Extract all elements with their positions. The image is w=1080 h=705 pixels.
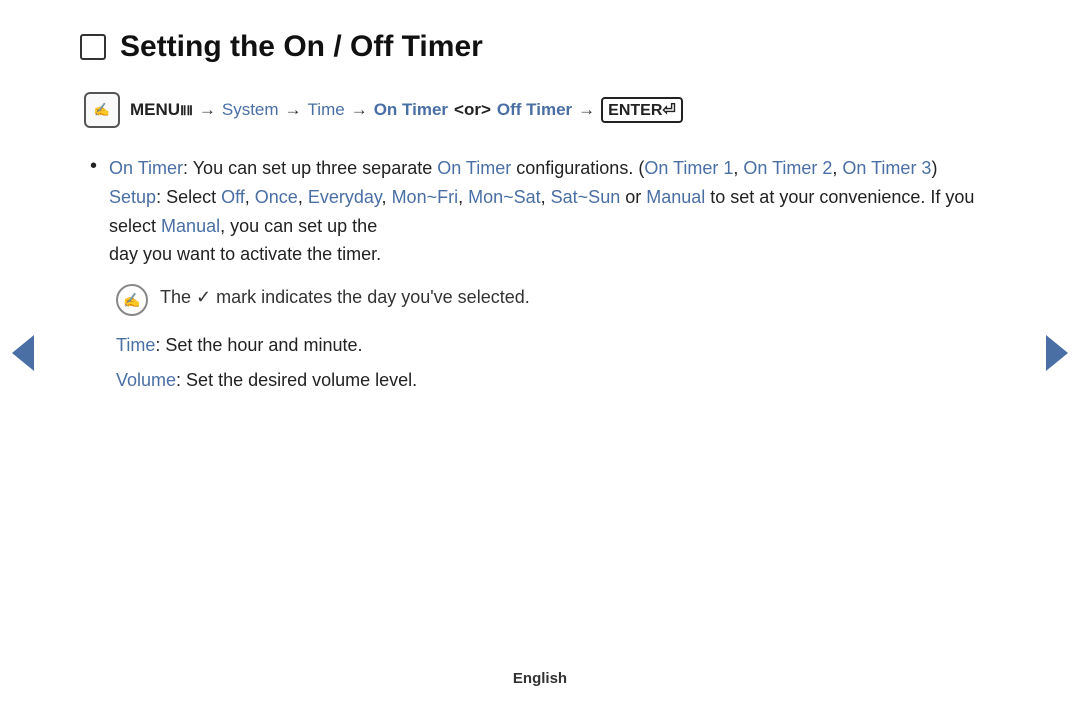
time-label: Time [116, 335, 155, 355]
paren-close: ) [931, 158, 937, 178]
time-text: : Set the hour and minute. [155, 335, 362, 355]
note-icon: ✍ [116, 284, 148, 316]
on-timer-label2: On Timer [437, 158, 511, 178]
title-row: Setting the On / Off Timer [80, 30, 1000, 64]
setup-text1: : Select [156, 187, 221, 207]
note-post: mark indicates the day you've selected. [211, 287, 530, 307]
time-line: Time: Set the hour and minute. [116, 330, 1000, 361]
bullet-item-ontimer: • On Timer: You can set up three separat… [90, 154, 1000, 269]
on-timer-3: On Timer 3 [842, 158, 931, 178]
sep4: , [458, 187, 468, 207]
sep5: , [541, 187, 551, 207]
footer-language: English [513, 670, 567, 687]
menu-hand-icon: ✍ [84, 92, 120, 128]
comma2: , [832, 158, 842, 178]
arrow-1: → [199, 100, 216, 120]
arrow-2: → [285, 100, 302, 120]
on-timer-label: On Timer [109, 158, 183, 178]
page-container: Setting the On / Off Timer ✍ MENUⅡⅡ → Sy… [0, 0, 1080, 705]
menu-path: ✍ MENUⅡⅡ → System → Time → On Timer <or>… [84, 92, 1000, 128]
menu-system: System [222, 100, 279, 120]
sep3: , [382, 187, 392, 207]
sep2: , [298, 187, 308, 207]
option-monsat: Mon~Sat [468, 187, 541, 207]
on-timer-text1: : You can set up three separate [183, 158, 437, 178]
content-area: • On Timer: You can set up three separat… [80, 154, 1000, 395]
option-off: Off [221, 187, 245, 207]
arrow-4: → [578, 100, 595, 120]
menu-or-label: <or> [454, 100, 491, 120]
comma1: , [733, 158, 743, 178]
option-monfri: Mon~Fri [392, 187, 459, 207]
bullet-dot: • [90, 155, 97, 178]
note-pre: The [160, 287, 196, 307]
menu-time: Time [308, 100, 345, 120]
option-manual2: Manual [161, 216, 220, 236]
setup-label: Setup [109, 187, 156, 207]
menu-on-timer: On Timer [374, 100, 448, 120]
option-everyday: Everyday [308, 187, 382, 207]
menu-text: MENUⅡⅡ [130, 100, 193, 120]
on-timer-text2: configurations. ( [511, 158, 644, 178]
enter-icon: ENTER⏎ [601, 97, 683, 123]
bullet-text: On Timer: You can set up three separate … [109, 154, 1000, 269]
on-timer-2: On Timer 2 [743, 158, 832, 178]
prev-page-arrow[interactable] [12, 335, 34, 371]
setup-text5: day you want to activate the timer. [109, 244, 381, 264]
checkbox-icon [80, 34, 106, 60]
arrow-3: → [351, 100, 368, 120]
note-text: The ✓ mark indicates the day you've sele… [160, 283, 530, 312]
note-row: ✍ The ✓ mark indicates the day you've se… [116, 283, 1000, 316]
menu-off-timer: Off Timer [497, 100, 572, 120]
option-satsun: Sat~Sun [551, 187, 621, 207]
setup-text2: or [620, 187, 646, 207]
page-title: Setting the On / Off Timer [120, 30, 483, 64]
next-page-arrow[interactable] [1046, 335, 1068, 371]
volume-line: Volume: Set the desired volume level. [116, 365, 1000, 396]
on-timer-1: On Timer 1 [644, 158, 733, 178]
volume-label: Volume [116, 370, 176, 390]
option-manual: Manual [646, 187, 705, 207]
setup-text4: , you can set up the [220, 216, 377, 236]
volume-text: : Set the desired volume level. [176, 370, 417, 390]
note-checkmark: ✓ [196, 287, 211, 307]
sep1: , [245, 187, 255, 207]
option-once: Once [255, 187, 298, 207]
